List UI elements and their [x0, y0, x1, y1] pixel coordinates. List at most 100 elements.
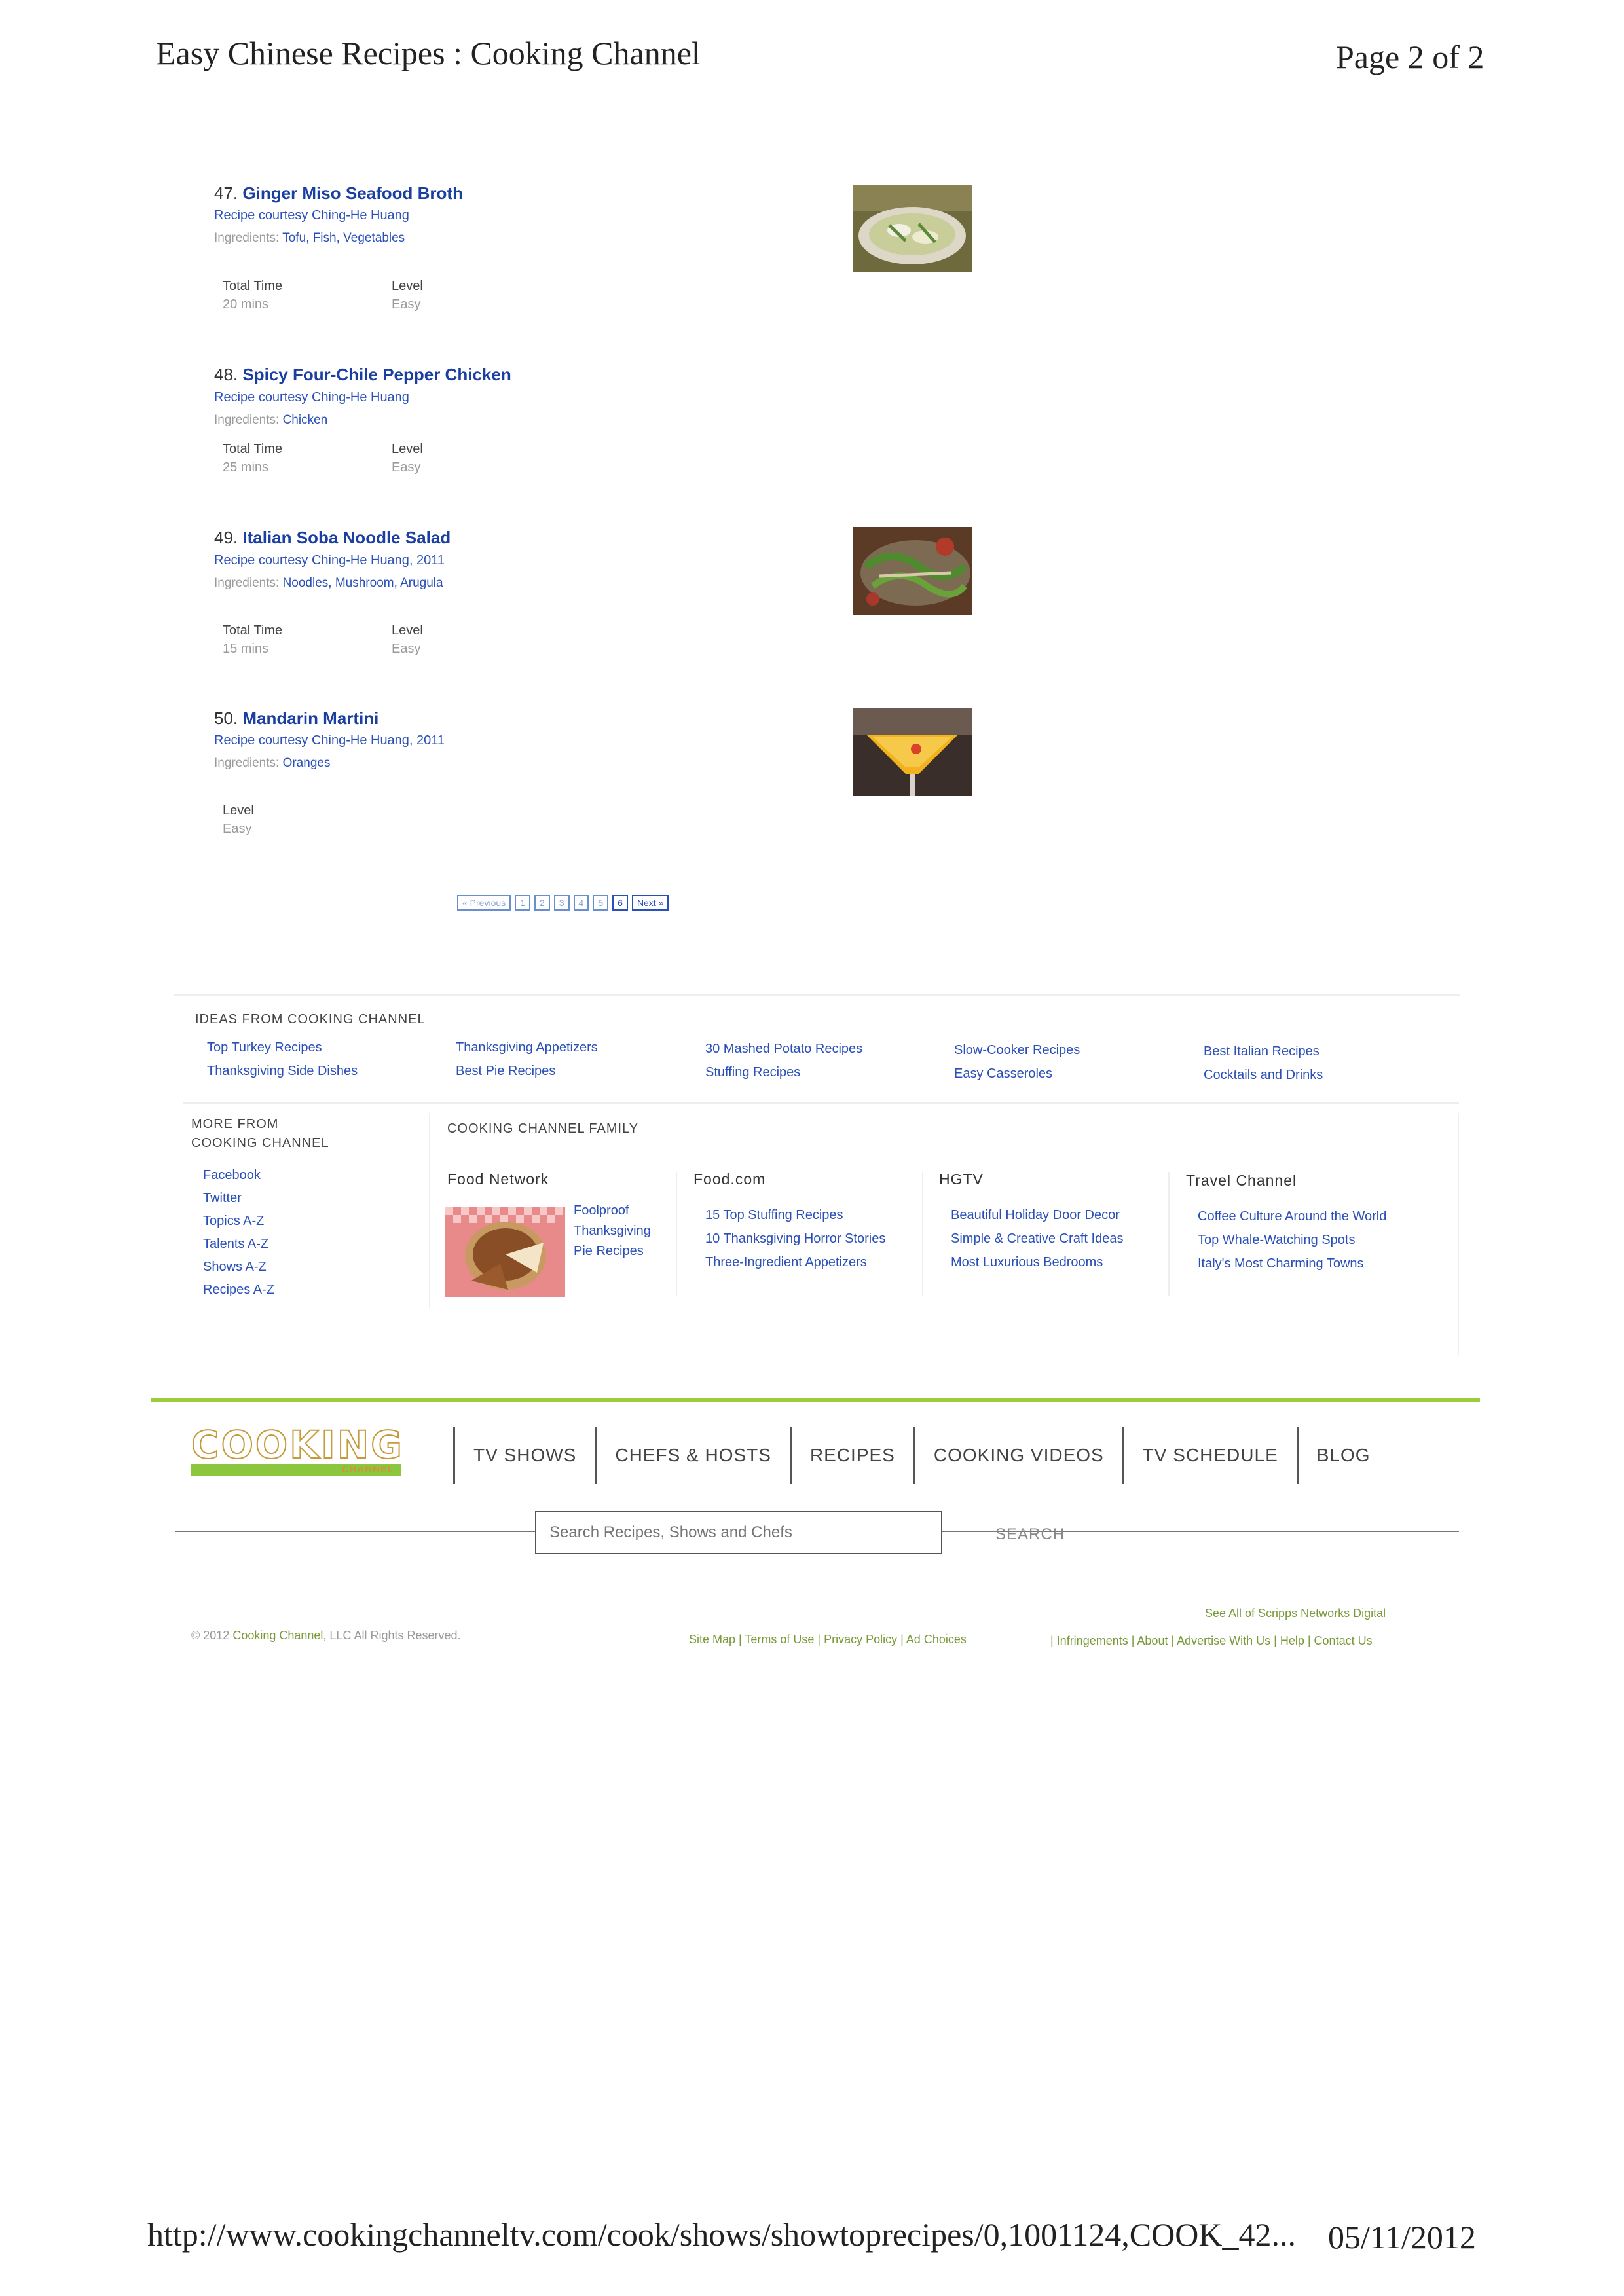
- panel-divider: [1458, 1113, 1459, 1355]
- recipe-number: 49.: [214, 528, 238, 547]
- ingredients-label: Ingredients:: [214, 576, 280, 590]
- nav-tv-shows[interactable]: TV SHOWS: [473, 1445, 576, 1466]
- panel-divider: [429, 1113, 430, 1309]
- page-2-button[interactable]: 2: [534, 895, 550, 911]
- hgtv-heading[interactable]: HGTV: [939, 1171, 984, 1188]
- facebook-link[interactable]: Facebook: [203, 1164, 274, 1187]
- ingredients-links[interactable]: Chicken: [283, 413, 328, 427]
- copyright-brand-link[interactable]: Cooking Channel: [232, 1629, 323, 1642]
- footer-nav-bar: TV SHOWS CHEFS & HOSTS RECIPES COOKING V…: [453, 1427, 1371, 1484]
- travel-channel-heading[interactable]: Travel Channel: [1186, 1172, 1297, 1190]
- recipe-name-link[interactable]: Ginger Miso Seafood Broth: [242, 183, 463, 203]
- feature-link-line[interactable]: Foolproof: [574, 1201, 651, 1221]
- ingredients-label: Ingredients:: [214, 231, 280, 245]
- talents-az-link[interactable]: Talents A-Z: [203, 1233, 274, 1256]
- food-com-heading[interactable]: Food.com: [693, 1171, 766, 1188]
- food-com-link[interactable]: 15 Top Stuffing Recipes: [705, 1203, 885, 1227]
- nav-divider: [453, 1427, 455, 1484]
- ideas-column-5: Best Italian Recipes Cocktails and Drink…: [1204, 1040, 1323, 1087]
- level-value: Easy: [392, 460, 421, 475]
- page-3-button[interactable]: 3: [553, 895, 570, 911]
- search-button[interactable]: SEARCH: [995, 1525, 1065, 1544]
- ideas-heading: IDEAS FROM COOKING CHANNEL: [195, 1012, 426, 1027]
- hgtv-link[interactable]: Simple & Creative Craft Ideas: [951, 1227, 1123, 1250]
- food-network-heading[interactable]: Food Network: [447, 1171, 549, 1188]
- travel-link[interactable]: Top Whale-Watching Spots: [1198, 1228, 1386, 1252]
- nav-chefs-hosts[interactable]: CHEFS & HOSTS: [615, 1445, 771, 1466]
- more-from-heading: MORE FROM COOKING CHANNEL: [191, 1117, 329, 1151]
- page-6-current: 6: [612, 895, 628, 911]
- recipe-number: 50.: [214, 708, 238, 728]
- next-page-button[interactable]: Next »: [631, 895, 669, 911]
- recipe-thumbnail-martini[interactable]: [853, 708, 972, 796]
- recipe-name-link[interactable]: Italian Soba Noodle Salad: [242, 528, 451, 547]
- panel-divider: [183, 1102, 1459, 1104]
- level-value: Easy: [223, 822, 252, 836]
- recipe-item-49-title[interactable]: 49. Italian Soba Noodle Salad: [214, 528, 451, 548]
- nav-cooking-videos[interactable]: COOKING VIDEOS: [934, 1445, 1104, 1466]
- cooking-channel-logo[interactable]: COOKING CHANNEL: [191, 1425, 403, 1478]
- food-com-link[interactable]: 10 Thanksgiving Horror Stories: [705, 1227, 885, 1250]
- recipe-item-50-title[interactable]: 50. Mandarin Martini: [214, 708, 378, 729]
- ingredients-label: Ingredients:: [214, 413, 280, 427]
- print-page-number: Page 2 of 2: [1336, 39, 1485, 75]
- ideas-link[interactable]: Best Pie Recipes: [456, 1059, 598, 1083]
- recipe-thumbnail-noodle-salad[interactable]: [853, 527, 972, 615]
- ideas-link[interactable]: Best Italian Recipes: [1204, 1040, 1323, 1063]
- hgtv-links: Beautiful Holiday Door Decor Simple & Cr…: [951, 1203, 1123, 1274]
- recipe-credit[interactable]: Recipe courtesy Ching-He Huang, 2011: [214, 733, 445, 748]
- travel-link[interactable]: Italy's Most Charming Towns: [1198, 1252, 1386, 1275]
- page-4-button[interactable]: 4: [573, 895, 589, 911]
- nav-divider: [595, 1427, 597, 1484]
- hgtv-link[interactable]: Beautiful Holiday Door Decor: [951, 1203, 1123, 1227]
- ideas-link[interactable]: Thanksgiving Appetizers: [456, 1036, 598, 1059]
- recipe-item-48-title[interactable]: 48. Spicy Four-Chile Pepper Chicken: [214, 365, 511, 385]
- ideas-link[interactable]: Cocktails and Drinks: [1204, 1063, 1323, 1087]
- food-com-link[interactable]: Three-Ingredient Appetizers: [705, 1250, 885, 1274]
- feature-link-line[interactable]: Thanksgiving: [574, 1221, 651, 1241]
- ideas-link[interactable]: Thanksgiving Side Dishes: [207, 1059, 358, 1083]
- recipe-ingredients: Ingredients: Oranges: [214, 756, 330, 771]
- nav-recipes[interactable]: RECIPES: [810, 1445, 895, 1466]
- recipe-thumbnail-broth[interactable]: [853, 185, 972, 272]
- feature-link-line[interactable]: Pie Recipes: [574, 1241, 651, 1262]
- ideas-link[interactable]: Easy Casseroles: [954, 1062, 1080, 1085]
- recipe-name-link[interactable]: Mandarin Martini: [242, 708, 378, 728]
- twitter-link[interactable]: Twitter: [203, 1187, 274, 1210]
- more-from-heading-line: MORE FROM: [191, 1117, 279, 1131]
- recipes-az-link[interactable]: Recipes A-Z: [203, 1279, 274, 1302]
- print-page-title: Easy Chinese Recipes : Cooking Channel: [156, 35, 701, 71]
- pie-thumbnail[interactable]: [445, 1207, 565, 1297]
- recipe-credit[interactable]: Recipe courtesy Ching-He Huang, 2011: [214, 553, 445, 568]
- ingredients-links[interactable]: Tofu, Fish, Vegetables: [282, 231, 405, 245]
- scripps-networks-link[interactable]: See All of Scripps Networks Digital: [1205, 1607, 1386, 1620]
- hgtv-link[interactable]: Most Luxurious Bedrooms: [951, 1250, 1123, 1274]
- ideas-link[interactable]: Stuffing Recipes: [705, 1061, 862, 1084]
- travel-link[interactable]: Coffee Culture Around the World: [1198, 1205, 1386, 1228]
- recipe-credit[interactable]: Recipe courtesy Ching-He Huang: [214, 390, 409, 405]
- recipe-ingredients: Ingredients: Noodles, Mushroom, Arugula: [214, 576, 443, 591]
- page-5-button[interactable]: 5: [593, 895, 609, 911]
- recipe-name-link[interactable]: Spicy Four-Chile Pepper Chicken: [242, 365, 511, 384]
- level-label: Level: [392, 279, 423, 293]
- total-time-label: Total Time: [223, 623, 283, 638]
- ideas-link[interactable]: Top Turkey Recipes: [207, 1036, 358, 1059]
- ideas-link[interactable]: 30 Mashed Potato Recipes: [705, 1037, 862, 1061]
- previous-page-button[interactable]: « Previous: [457, 895, 511, 911]
- shows-az-link[interactable]: Shows A-Z: [203, 1256, 274, 1279]
- ingredients-links[interactable]: Noodles, Mushroom, Arugula: [283, 576, 443, 590]
- nav-blog[interactable]: BLOG: [1317, 1445, 1371, 1466]
- legal-links-left[interactable]: Site Map | Terms of Use | Privacy Policy…: [689, 1633, 967, 1647]
- legal-links-right[interactable]: | Infringements | About | Advertise With…: [1050, 1634, 1373, 1648]
- page-1-button[interactable]: 1: [515, 895, 530, 911]
- pagination: « Previous 1 2 3 4 5 6 Next »: [457, 895, 669, 911]
- ingredients-links[interactable]: Oranges: [283, 756, 331, 770]
- nav-tv-schedule[interactable]: TV SCHEDULE: [1143, 1445, 1278, 1466]
- ideas-link[interactable]: Slow-Cooker Recipes: [954, 1038, 1080, 1062]
- footer-accent-rule: [151, 1398, 1480, 1402]
- recipe-credit[interactable]: Recipe courtesy Ching-He Huang: [214, 208, 409, 223]
- search-input[interactable]: [535, 1511, 942, 1554]
- topics-az-link[interactable]: Topics A-Z: [203, 1210, 274, 1233]
- recipe-item-47-title[interactable]: 47. Ginger Miso Seafood Broth: [214, 183, 463, 204]
- more-from-heading-line: COOKING CHANNEL: [191, 1136, 329, 1150]
